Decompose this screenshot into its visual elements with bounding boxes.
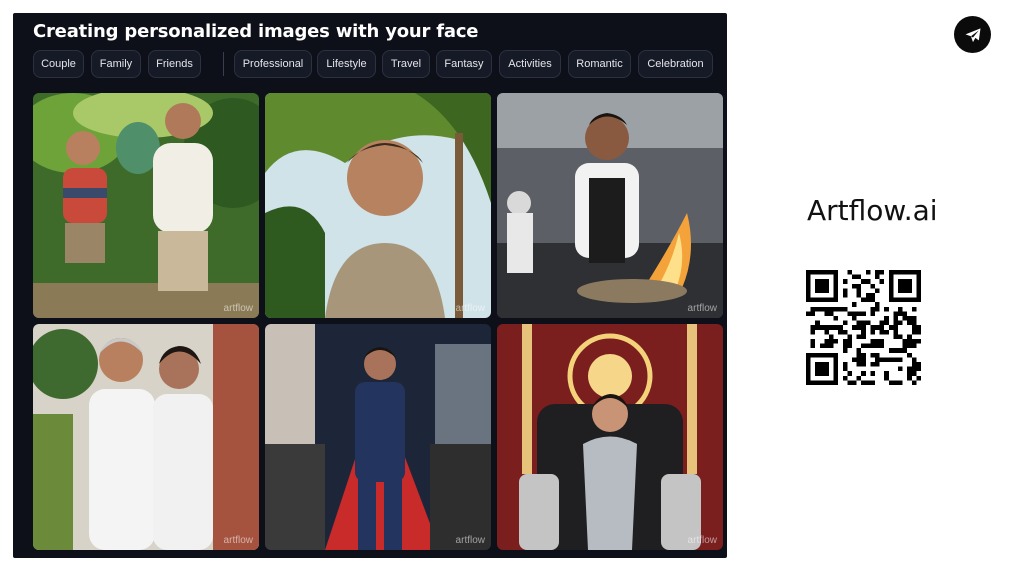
paper-plane-icon bbox=[965, 27, 980, 42]
watermark: artflow bbox=[223, 303, 253, 314]
chip-family[interactable]: Family bbox=[91, 50, 141, 78]
gallery-image-family-jungle[interactable]: artflow bbox=[33, 93, 259, 318]
qr-code-icon bbox=[806, 270, 921, 385]
gallery-panel: Creating personalized images with your f… bbox=[13, 13, 727, 558]
panel-title: Creating personalized images with your f… bbox=[33, 21, 479, 42]
watermark: artflow bbox=[455, 303, 485, 314]
gallery-image-two-women[interactable]: artflow bbox=[33, 324, 259, 550]
gallery-image-chef-kitchen[interactable]: artflow bbox=[497, 93, 723, 318]
chip-fantasy[interactable]: Fantasy bbox=[436, 50, 492, 78]
chip-celebration[interactable]: Celebration bbox=[638, 50, 713, 78]
watermark: artflow bbox=[223, 535, 253, 546]
chip-lifestyle[interactable]: Lifestyle bbox=[317, 50, 376, 78]
watermark: artflow bbox=[687, 535, 717, 546]
gallery-image-palm-portrait[interactable]: artflow bbox=[265, 93, 491, 318]
chip-divider bbox=[223, 52, 224, 76]
brand-name: Artflow.ai bbox=[807, 194, 938, 227]
telegram-icon[interactable] bbox=[954, 16, 991, 53]
gallery-image-silver-throne[interactable]: artflow bbox=[497, 324, 723, 550]
chip-couple[interactable]: Couple bbox=[33, 50, 84, 78]
chip-professional[interactable]: Professional bbox=[234, 50, 312, 78]
chip-activities[interactable]: Activities bbox=[499, 50, 561, 78]
watermark: artflow bbox=[687, 303, 717, 314]
chip-friends[interactable]: Friends bbox=[148, 50, 201, 78]
chip-travel[interactable]: Travel bbox=[382, 50, 430, 78]
watermark: artflow bbox=[455, 535, 485, 546]
gallery-image-red-carpet[interactable]: artflow bbox=[265, 324, 491, 550]
chip-romantic[interactable]: Romantic bbox=[568, 50, 631, 78]
